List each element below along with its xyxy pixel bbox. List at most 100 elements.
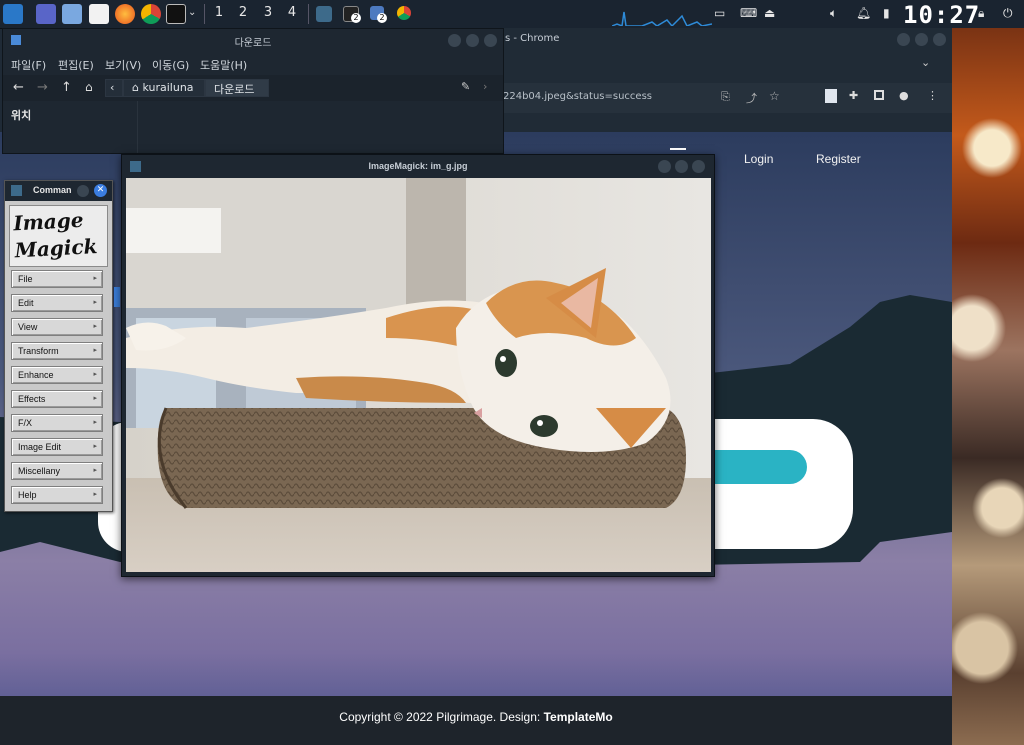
footer-brand-link[interactable]: TemplateMo: [544, 710, 613, 724]
nav-register[interactable]: Register: [816, 152, 861, 166]
maximize-button[interactable]: [466, 34, 479, 47]
menu-go[interactable]: 이동(G): [152, 57, 189, 73]
chrome-icon[interactable]: [141, 4, 161, 24]
fx-button-label: F/X: [18, 418, 33, 428]
translate-icon[interactable]: ⎘: [721, 90, 730, 104]
power-icon[interactable]: ⏻: [1003, 6, 1013, 21]
display-icon[interactable]: ▭: [714, 6, 725, 20]
usb-icon[interactable]: ⏏: [764, 6, 775, 20]
minimize-button[interactable]: [77, 185, 89, 197]
chrome-task-icon[interactable]: [397, 6, 411, 20]
transform-button-label: Transform: [18, 346, 59, 356]
menu-help[interactable]: 도움말(H): [200, 57, 247, 73]
image-viewer-title: ImageMagick: im_g.jpg: [368, 161, 468, 171]
breadcrumb-home[interactable]: ⌂ kurailuna: [123, 79, 205, 97]
chevron-down-icon[interactable]: ⌄: [188, 7, 196, 18]
workspace-separator: [308, 4, 309, 24]
hero-input-bar[interactable]: [712, 450, 807, 484]
submenu-arrow-icon: ▸: [93, 395, 97, 402]
transform-button[interactable]: Transform ▸: [11, 342, 103, 360]
submenu-arrow-icon: ▸: [93, 443, 97, 450]
breadcrumb-next[interactable]: ›: [483, 80, 487, 93]
clock[interactable]: 10:27: [903, 1, 980, 29]
back-arrow-icon[interactable]: ←: [13, 80, 24, 95]
close-button[interactable]: ✕: [94, 184, 107, 197]
extension-icon[interactable]: [825, 89, 837, 103]
nav-login[interactable]: Login: [744, 152, 773, 166]
chrome-window: s - Chrome ⌄ 224b04.jpeg&status=success …: [497, 28, 952, 132]
volume-icon[interactable]: 🔈︎: [830, 6, 837, 21]
file-manager-title: 다운로드: [234, 38, 272, 49]
puzzle-icon[interactable]: ✚: [849, 89, 858, 102]
enhance-button[interactable]: Enhance ▸: [11, 366, 103, 384]
menu-kebab-icon[interactable]: ⋮: [927, 89, 938, 102]
file-manager-icon[interactable]: [62, 4, 82, 24]
launcher-icon[interactable]: [3, 4, 23, 24]
image-edit-button[interactable]: Image Edit ▸: [11, 438, 103, 456]
battery-icon[interactable]: ▮: [883, 6, 890, 20]
minimize-button[interactable]: [658, 160, 671, 173]
terminal-icon[interactable]: [166, 4, 186, 24]
breadcrumb-current[interactable]: 다운로드: [205, 79, 269, 97]
edit-location-icon[interactable]: ✎: [461, 80, 470, 93]
workspace-1[interactable]: 1: [212, 5, 226, 20]
up-arrow-icon[interactable]: ↑: [61, 80, 72, 95]
file-button-label: File: [18, 274, 33, 284]
cat-photo[interactable]: [126, 178, 711, 572]
workspace-3[interactable]: 3: [261, 5, 275, 20]
minimize-button[interactable]: [448, 34, 461, 47]
site-footer: Copyright © 2022 Pilgrimage. Design: Tem…: [0, 696, 952, 745]
lock-icon[interactable]: 🔒︎: [978, 6, 984, 21]
view-button[interactable]: View ▸: [11, 318, 103, 336]
places-heading: 위치: [11, 109, 32, 122]
file-button[interactable]: File ▸: [11, 270, 103, 288]
close-button[interactable]: [484, 34, 497, 47]
maximize-button[interactable]: [675, 160, 688, 173]
close-button[interactable]: [692, 160, 705, 173]
imagemagick-logo: Image Magick: [9, 205, 108, 267]
help-button[interactable]: Help ▸: [11, 486, 103, 504]
breadcrumb-prev[interactable]: ‹: [105, 79, 123, 97]
submenu-arrow-icon: ▸: [93, 467, 97, 474]
imagemagick-task-icon[interactable]: [316, 6, 332, 22]
workspace-4[interactable]: 4: [285, 5, 299, 20]
menu-file[interactable]: 파일(F): [11, 57, 46, 73]
miscellany-button[interactable]: Miscellany ▸: [11, 462, 103, 480]
home-icon[interactable]: ⌂: [85, 80, 93, 94]
document-icon[interactable]: [89, 4, 109, 24]
miscellany-button-label: Miscellany: [18, 466, 61, 476]
maximize-button[interactable]: [915, 33, 928, 46]
url-text[interactable]: 224b04.jpeg&status=success: [503, 91, 652, 102]
minimize-button[interactable]: [897, 33, 910, 46]
scrollbar-thumb[interactable]: [114, 287, 120, 307]
app-icon: [11, 185, 22, 196]
firefox-icon[interactable]: [115, 4, 135, 24]
close-button[interactable]: [933, 33, 946, 46]
profile-icon[interactable]: ●: [899, 89, 909, 102]
menu-view[interactable]: 보기(V): [105, 57, 141, 73]
desktop-icon[interactable]: [36, 4, 56, 24]
network-graph: [612, 11, 712, 26]
submenu-arrow-icon: ▸: [93, 323, 97, 330]
bookmark-star-icon[interactable]: ☆: [769, 89, 780, 103]
toolbar: ← → ↑ ⌂ ‹ ⌂ kurailuna 다운로드 ✎ ›: [3, 75, 503, 101]
sidepanel-icon[interactable]: [874, 90, 884, 100]
effects-button-label: Effects: [18, 394, 46, 404]
keyboard-icon[interactable]: ⌨: [740, 6, 757, 20]
image-edit-button-label: Image Edit: [18, 442, 62, 452]
image-viewer-window: ImageMagick: im_g.jpg: [121, 154, 715, 577]
taskbar: ⌄ 1 2 3 4 2 2 ▭ ⌨ ⏏ 🔈︎ 🔔︎ ▮ 10:27 🔒︎ ⏻: [0, 0, 1024, 29]
fx-button[interactable]: F/X ▸: [11, 414, 103, 432]
workspace-2[interactable]: 2: [236, 5, 250, 20]
task-badge: 2: [351, 13, 361, 23]
tab-list-chevron-icon[interactable]: ⌄: [921, 56, 930, 69]
effects-button[interactable]: Effects ▸: [11, 390, 103, 408]
edit-button[interactable]: Edit ▸: [11, 294, 103, 312]
notification-bell-icon[interactable]: 🔔︎: [856, 6, 871, 20]
submenu-arrow-icon: ▸: [93, 491, 97, 498]
address-bar[interactable]: 224b04.jpeg&status=success ⎘ ⤴ ☆ ✚ ● ⋮: [497, 83, 952, 113]
share-icon[interactable]: ⤴: [746, 90, 757, 106]
forward-arrow-icon[interactable]: →: [37, 80, 48, 95]
menu-edit[interactable]: 편집(E): [58, 57, 94, 73]
command-title: Comman: [33, 185, 72, 195]
